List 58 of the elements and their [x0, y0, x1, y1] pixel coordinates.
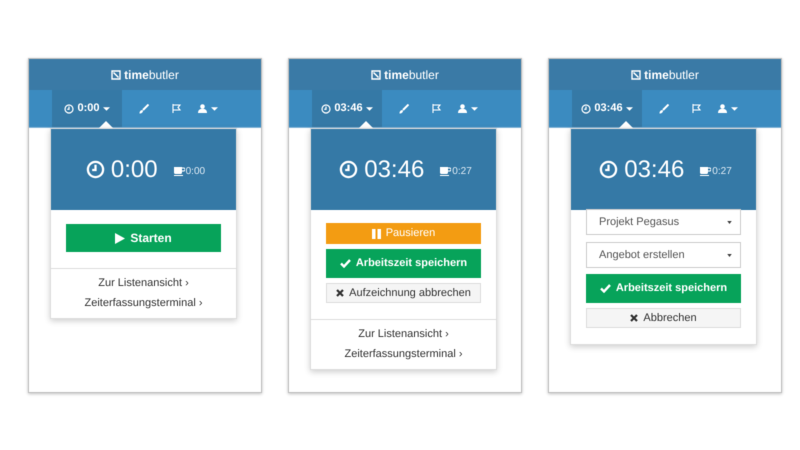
flag-icon[interactable]: [692, 104, 700, 113]
logo-text: timebutler: [124, 66, 179, 84]
caret-icon: [366, 106, 373, 110]
menu-link[interactable]: Zeiterfassungsterminal ›: [84, 296, 202, 311]
logo-icon: [111, 70, 122, 80]
caret-icon: [731, 106, 738, 110]
logo-text: timebutler: [384, 66, 439, 84]
pause-icon: [372, 228, 381, 238]
break-time: 0:00: [186, 165, 206, 179]
user-icon[interactable]: [458, 104, 467, 113]
user-icon[interactable]: [718, 104, 727, 113]
clock-icon: [321, 104, 332, 114]
coffee-cup-icon: [174, 167, 185, 176]
check-icon: [600, 284, 611, 293]
logo-text: timebutler: [644, 66, 699, 84]
timer-tab-label: 03:46: [594, 101, 623, 116]
cancel-button[interactable]: Abbrechen: [586, 308, 741, 328]
logo-icon: [631, 70, 642, 80]
close-icon: [336, 289, 344, 297]
timer-tab[interactable]: 03:46: [312, 90, 382, 127]
caret-icon: [471, 106, 478, 110]
clock-icon: [599, 160, 618, 179]
elapsed-time: 03:46: [364, 154, 424, 184]
brush-icon[interactable]: [399, 104, 409, 114]
close-icon: [630, 314, 638, 322]
break-time: 0:27: [712, 165, 732, 179]
elapsed-time: 0:00: [110, 154, 158, 184]
caret-icon: [626, 106, 633, 110]
user-icon[interactable]: [198, 104, 207, 113]
cancel-button[interactable]: Aufzeichnung abbrechen: [326, 283, 481, 303]
caret-icon: [727, 254, 732, 256]
flag-icon[interactable]: [432, 104, 440, 113]
menu-link[interactable]: Zur Listenansicht ›: [358, 327, 449, 342]
timer-tab-label: 0:00: [77, 101, 100, 116]
timer-tab[interactable]: 0:00: [52, 90, 122, 127]
clock-icon: [581, 104, 592, 114]
flag-icon[interactable]: [172, 104, 180, 113]
timer-tab[interactable]: 03:46: [572, 90, 642, 127]
caret-icon: [102, 106, 110, 110]
caret-icon: [727, 220, 732, 224]
clock-icon: [64, 104, 74, 114]
select-field[interactable]: Angebot erstellen: [586, 242, 741, 268]
coffee-cup-icon: [440, 167, 452, 176]
coffee-cup-icon: [700, 167, 712, 176]
break-time: 0:27: [452, 165, 472, 179]
check-icon: [340, 259, 351, 268]
timer-tab-label: 03:46: [334, 101, 363, 116]
caret-icon: [211, 106, 218, 110]
select-field[interactable]: Projekt Pegasus: [586, 209, 741, 235]
brush-icon[interactable]: [659, 104, 669, 114]
clock-icon: [339, 160, 358, 179]
menu-link[interactable]: Zeiterfassungsterminal ›: [344, 347, 462, 362]
logo-icon: [371, 70, 382, 80]
menu-link[interactable]: Zur Listenansicht ›: [98, 276, 189, 291]
brush-icon[interactable]: [139, 104, 149, 114]
elapsed-time: 03:46: [624, 154, 684, 184]
play-icon: [115, 232, 126, 244]
clock-icon: [86, 160, 105, 179]
